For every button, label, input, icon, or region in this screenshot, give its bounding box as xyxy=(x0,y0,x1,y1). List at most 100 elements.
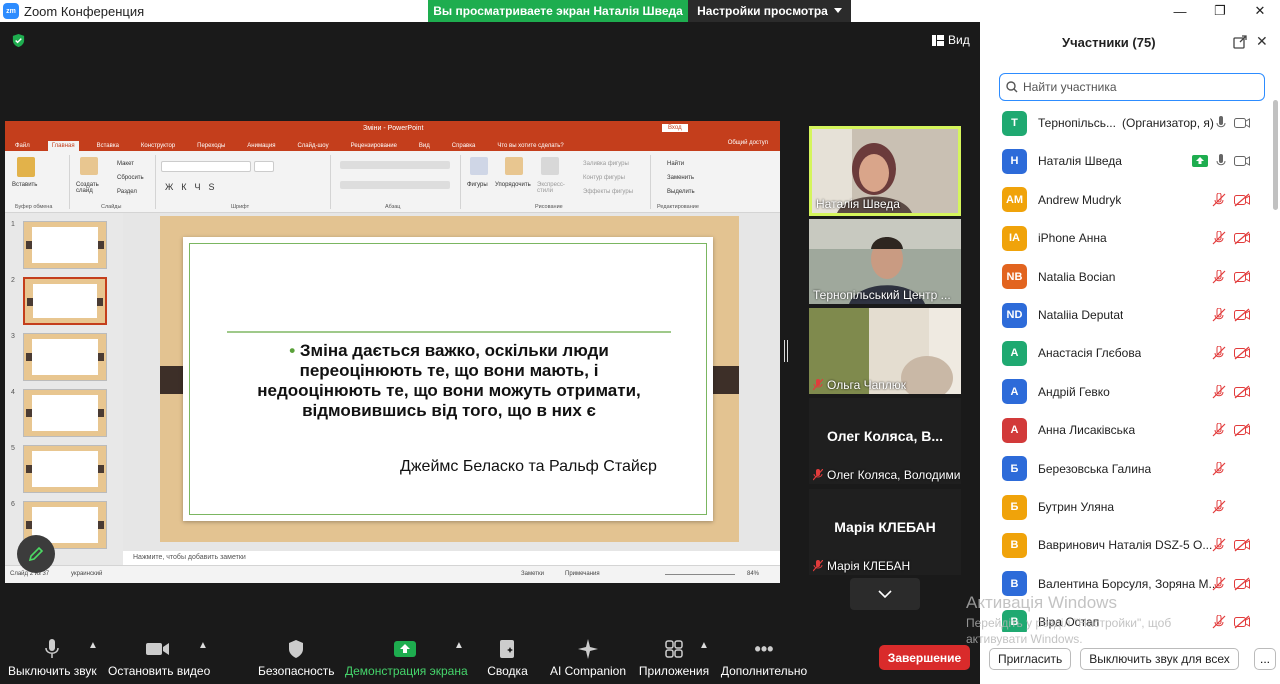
view-options-button[interactable]: Настройки просмотра xyxy=(688,0,851,22)
participant-row[interactable]: В Валентина Борсуля, Зоряна М... xyxy=(980,565,1272,603)
mute-button[interactable]: Выключить звук xyxy=(8,638,97,678)
ppt-section-label: Раздел xyxy=(117,189,137,195)
mic-muted-icon xyxy=(1212,576,1226,591)
participant-row[interactable]: А Анна Лисаківська xyxy=(980,411,1272,449)
mic-muted-icon xyxy=(1212,269,1226,284)
share-screen-button[interactable]: Демонстрация экрана xyxy=(345,638,468,678)
share-banner: Вы просматриваете экран Наталія Шведа На… xyxy=(428,0,851,22)
participant-row[interactable]: NB Natalia Bocian xyxy=(980,258,1272,296)
ppt-group-slides: Слайды xyxy=(101,204,122,210)
participant-row[interactable]: В Віра Остап xyxy=(980,603,1272,632)
split-view-handle[interactable] xyxy=(784,340,788,362)
video-tile-no-video[interactable]: Марія КЛЕБАН Марія КЛЕБАН xyxy=(809,489,961,575)
participant-name: Nataliia Deputat xyxy=(1038,308,1124,322)
participant-row[interactable]: Б Березовська Галина xyxy=(980,450,1272,488)
mic-muted-icon xyxy=(1212,615,1226,629)
video-muted-icon xyxy=(1234,270,1250,284)
video-tile-name: Тернопільський Центр ... xyxy=(813,288,951,302)
invite-button[interactable]: Пригласить xyxy=(989,648,1072,670)
mute-all-button[interactable]: Выключить звук для всех xyxy=(1080,648,1239,670)
participant-row[interactable]: Б Бутрин Уляна xyxy=(980,488,1272,526)
close-panel-icon[interactable]: ✕ xyxy=(1256,33,1268,50)
font-name-box xyxy=(161,161,251,172)
stop-video-button[interactable]: Остановить видео xyxy=(108,638,211,678)
quote-line-2: переоцінюють те, що вони мають, і xyxy=(299,361,599,380)
participant-name: Марія КЛЕБАН xyxy=(827,559,911,573)
avatar: ND xyxy=(1002,302,1027,328)
search-input[interactable] xyxy=(1023,80,1253,94)
share-options-caret[interactable]: ▲ xyxy=(454,640,464,651)
quick-styles-icon xyxy=(541,157,559,175)
participant-search[interactable] xyxy=(999,73,1265,101)
more-button[interactable]: ••• Дополнительно xyxy=(720,638,808,679)
participant-status-icons xyxy=(1212,192,1250,207)
video-tile[interactable]: Ольга Чаплюк xyxy=(809,308,961,394)
participants-more-button[interactable]: ... xyxy=(1254,648,1276,670)
mic-muted-icon xyxy=(1212,192,1226,207)
avatar: В xyxy=(1002,609,1027,632)
search-icon xyxy=(1006,81,1018,93)
ppt-select-label: Выделить xyxy=(667,189,695,195)
audio-options-caret[interactable]: ▲ xyxy=(88,640,98,651)
microphone-icon xyxy=(45,639,59,658)
share-screen-label: Демонстрация экрана xyxy=(345,664,468,678)
slide-thumbnail xyxy=(23,389,107,437)
microphone-icon xyxy=(1216,116,1226,128)
view-button[interactable]: Вид xyxy=(932,33,970,47)
video-tile-no-video[interactable]: Олег Коляса, В... Олег Коляса, Володими.… xyxy=(809,398,961,484)
minimize-icon[interactable]: — xyxy=(1160,0,1200,22)
security-button[interactable]: Безопасность xyxy=(258,638,335,678)
ppt-tell-me: Что вы хотите сделать? xyxy=(497,143,564,149)
meeting-area: zm Zoom Конференция Вы просматриваете эк… xyxy=(0,0,980,684)
view-button-label: Вид xyxy=(948,33,970,47)
mic-muted-icon xyxy=(1212,384,1226,399)
ppt-group-font: Шрифт xyxy=(231,204,250,210)
stop-video-label: Остановить видео xyxy=(108,664,211,678)
more-dots-icon: ••• xyxy=(754,638,774,659)
video-tile[interactable]: Тернопільський Центр ... xyxy=(809,219,961,304)
ppt-fill-label: Заливка фигуры xyxy=(583,161,629,167)
participant-name: Валентина Борсуля, Зоряна М... xyxy=(1038,576,1219,591)
ppt-tab: Файл xyxy=(15,143,30,149)
participant-row[interactable]: IA iPhone Анна xyxy=(980,219,1272,257)
window-controls: — ❐ ✕ xyxy=(1160,0,1280,22)
video-tile-active-speaker[interactable]: Наталія Шведа xyxy=(809,126,961,216)
participant-status-icons xyxy=(1212,308,1250,322)
mic-muted-icon xyxy=(1212,500,1226,514)
encryption-shield-icon[interactable] xyxy=(11,33,26,48)
apps-options-caret[interactable]: ▲ xyxy=(699,640,709,651)
participant-status-icons xyxy=(1212,615,1250,629)
participant-row[interactable]: Т Тернопільсь... (Организатор, я) xyxy=(980,104,1272,142)
participant-row[interactable]: Н Наталія Шведа xyxy=(980,142,1272,180)
maximize-icon[interactable]: ❐ xyxy=(1200,0,1240,22)
microphone-icon xyxy=(1216,154,1226,166)
close-icon[interactable]: ✕ xyxy=(1240,0,1280,22)
participant-name: Олег Коляса, Володими... xyxy=(827,468,961,482)
participant-row[interactable]: А Андрій Гевко xyxy=(980,373,1272,411)
avatar: А xyxy=(1002,340,1027,366)
apps-label: Приложения xyxy=(638,664,710,678)
summary-button[interactable]: Сводка xyxy=(480,638,535,678)
participant-row[interactable]: А Анастасія Глєбова xyxy=(980,334,1272,372)
scroll-tiles-down-button[interactable] xyxy=(850,578,920,610)
video-options-caret[interactable]: ▲ xyxy=(198,640,208,651)
powerpoint-title-bar: Зміни - PowerPoint Вход xyxy=(5,121,780,137)
ppt-tab: Справка xyxy=(451,143,476,149)
participant-row[interactable]: AM Andrew Mudryk xyxy=(980,181,1272,219)
ai-companion-button[interactable]: AI Companion xyxy=(548,638,628,678)
thumb-number: 5 xyxy=(11,445,15,452)
ppt-tab: Вставка xyxy=(96,143,119,149)
popout-icon[interactable] xyxy=(1233,35,1247,49)
avatar: Б xyxy=(1002,456,1027,482)
participant-name: Бутрин Уляна xyxy=(1038,500,1115,514)
participant-row[interactable]: ND Nataliia Deputat xyxy=(980,296,1272,334)
participants-panel: — ❐ ✕ Участники (75) ✕ Т Тернопільсь...(О… xyxy=(980,0,1280,684)
participant-row[interactable]: В Вавринович Наталія DSZ-5 О... xyxy=(980,526,1272,564)
video-muted-icon xyxy=(1234,538,1250,552)
paragraph-align-icons xyxy=(340,181,450,189)
annotate-button[interactable] xyxy=(17,535,55,573)
participant-list-scrollbar[interactable] xyxy=(1273,100,1278,210)
end-meeting-button[interactable]: Завершение xyxy=(879,645,970,670)
share-screen-icon xyxy=(394,641,416,657)
shared-screen-powerpoint: Зміни - PowerPoint Вход Файл Главная Вст… xyxy=(5,121,780,583)
